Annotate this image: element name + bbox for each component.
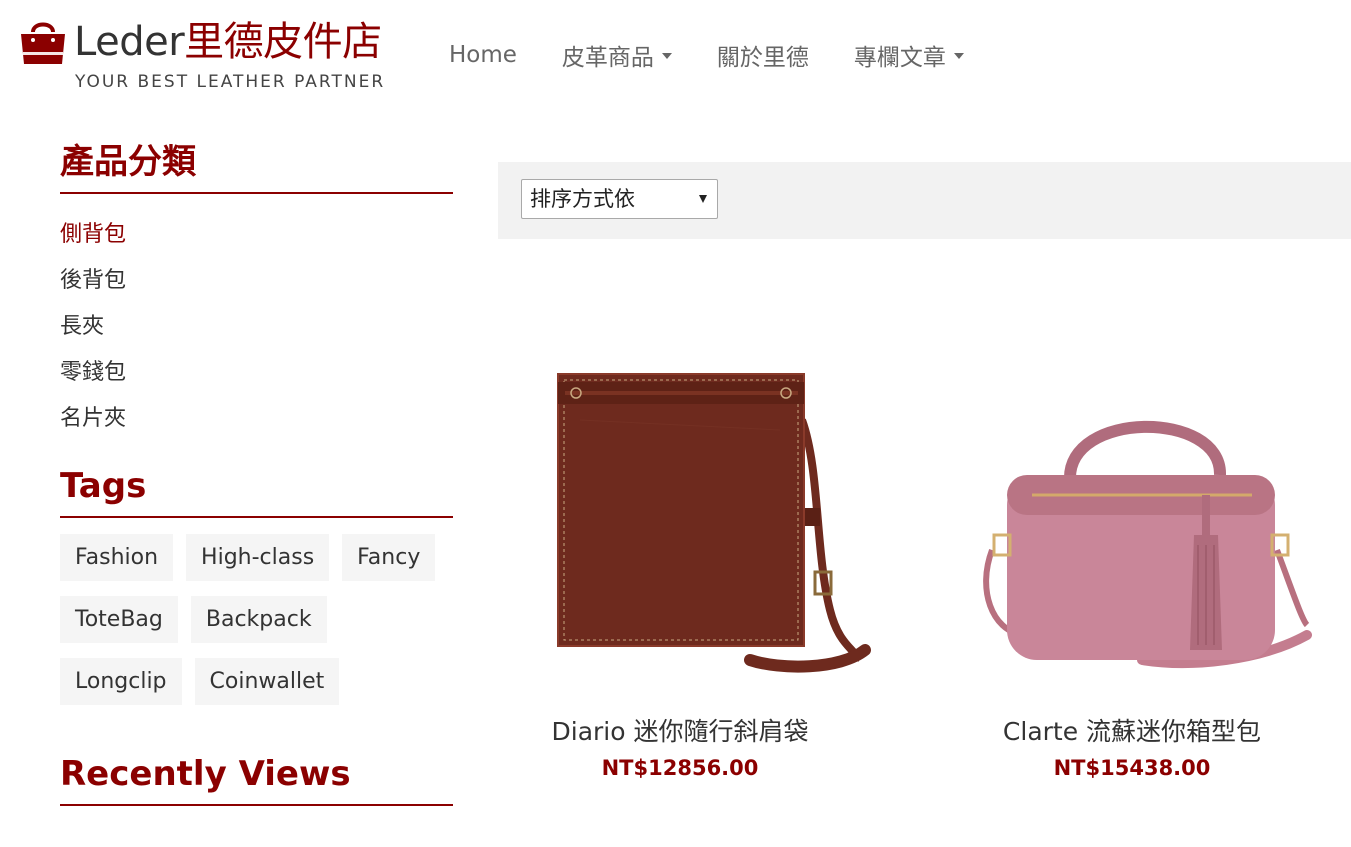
brand-tagline: YOUR BEST LEATHER PARTNER bbox=[75, 72, 386, 92]
tag-fashion[interactable]: Fashion bbox=[60, 534, 174, 581]
tag-longclip[interactable]: Longclip bbox=[60, 658, 182, 705]
product-price: NT$15438.00 bbox=[1053, 756, 1211, 780]
nav-home-label: Home bbox=[449, 42, 517, 68]
sort-select-value: 排序方式依 bbox=[530, 187, 635, 211]
nav-articles-label: 專欄文章 bbox=[853, 45, 946, 71]
caret-down-icon bbox=[661, 53, 672, 59]
tag-cloud: Fashion High-class Fancy ToteBag Backpac… bbox=[60, 534, 453, 720]
product-image[interactable] bbox=[480, 350, 880, 690]
site-logo[interactable]: Leder里德皮件店 YOUR BEST LEATHER PARTNER bbox=[18, 14, 408, 94]
product-card[interactable]: Clarte 流蘇迷你箱型包 NT$15438.00 bbox=[932, 350, 1332, 780]
brand-name-zh: 里德皮件店 bbox=[184, 19, 382, 65]
brand-name: Leder里德皮件店 bbox=[74, 18, 382, 66]
product-price: NT$12856.00 bbox=[601, 756, 759, 780]
product-card[interactable]: Diario 迷你隨行斜肩袋 NT$12856.00 bbox=[480, 350, 880, 780]
tag-fancy[interactable]: Fancy bbox=[342, 534, 436, 581]
sort-select[interactable]: 排序方式依 bbox=[521, 179, 718, 219]
main-nav: Home 皮革商品 關於里德 專欄文章 bbox=[449, 38, 1009, 72]
site-header: Leder里德皮件店 YOUR BEST LEATHER PARTNER Hom… bbox=[0, 0, 1351, 110]
sort-bar: 排序方式依 bbox=[498, 162, 1351, 239]
category-item-coin-purse[interactable]: 零錢包 bbox=[60, 350, 453, 396]
nav-about-label: 關於里德 bbox=[716, 45, 809, 71]
sidebar: 產品分類 側背包 後背包 長夾 零錢包 名片夾 Tags Fashion Hig… bbox=[60, 140, 453, 806]
category-item-card-holder[interactable]: 名片夾 bbox=[60, 396, 453, 442]
dropdown-arrow-icon bbox=[699, 195, 707, 203]
product-name[interactable]: Diario 迷你隨行斜肩袋 bbox=[480, 712, 880, 748]
tag-high-class[interactable]: High-class bbox=[186, 534, 330, 581]
tag-coinwallet[interactable]: Coinwallet bbox=[194, 658, 340, 705]
category-item-long-wallet[interactable]: 長夾 bbox=[60, 304, 453, 350]
tag-backpack[interactable]: Backpack bbox=[190, 596, 327, 643]
nav-about[interactable]: 關於里德 bbox=[717, 38, 809, 72]
nav-home[interactable]: Home bbox=[449, 38, 517, 72]
product-image[interactable] bbox=[932, 350, 1332, 690]
category-item-shoulder-bag[interactable]: 側背包 bbox=[60, 212, 453, 258]
nav-leather-products-label: 皮革商品 bbox=[561, 45, 654, 71]
product-name[interactable]: Clarte 流蘇迷你箱型包 bbox=[932, 712, 1332, 748]
crossbody-bag-image bbox=[557, 373, 871, 673]
category-list: 側背包 後背包 長夾 零錢包 名片夾 bbox=[60, 212, 453, 442]
category-item-backpack[interactable]: 後背包 bbox=[60, 258, 453, 304]
recently-views-heading: Recently Views bbox=[60, 752, 453, 806]
tags-heading: Tags bbox=[60, 464, 453, 518]
box-bag-image bbox=[983, 420, 1312, 668]
brand-name-en: Leder bbox=[74, 19, 185, 65]
categories-heading: 產品分類 bbox=[60, 140, 453, 194]
nav-leather-products[interactable]: 皮革商品 bbox=[562, 38, 672, 72]
tag-totebag[interactable]: ToteBag bbox=[60, 596, 178, 643]
nav-articles[interactable]: 專欄文章 bbox=[854, 38, 964, 72]
shopping-bag-icon bbox=[21, 22, 65, 64]
caret-down-icon bbox=[953, 53, 964, 59]
